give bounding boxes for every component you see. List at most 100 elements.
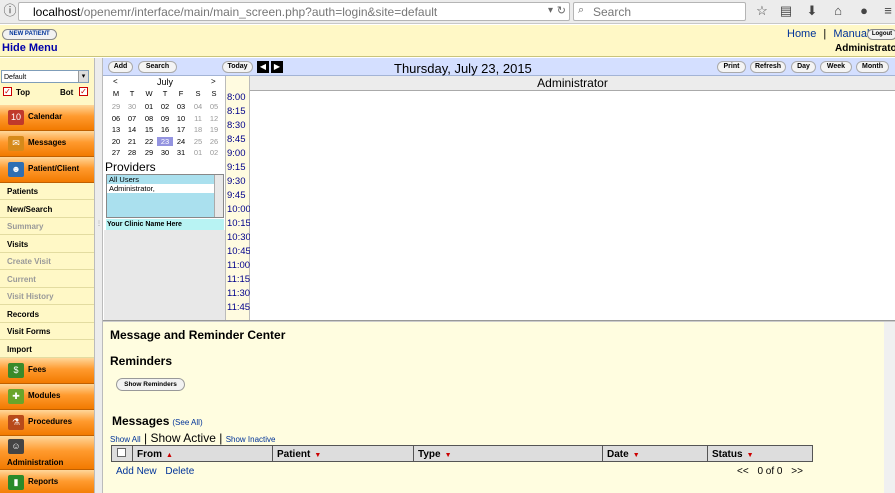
add-new-link[interactable]: Add New — [116, 466, 157, 477]
info-icon[interactable]: ⓘ — [2, 3, 18, 19]
search-button[interactable]: Search — [138, 61, 177, 73]
day-cell[interactable]: 29 — [141, 148, 157, 157]
day-cell[interactable]: 30 — [157, 148, 173, 157]
day-cell[interactable]: 24 — [173, 137, 189, 146]
provider-scrollbar[interactable] — [214, 175, 223, 217]
day-cell[interactable]: 23 — [157, 136, 173, 146]
time-slot[interactable]: 8:45 — [227, 134, 246, 145]
time-slot[interactable]: 8:00 — [227, 92, 246, 103]
day-cell[interactable]: 30 — [124, 102, 140, 111]
reload-icon[interactable]: ↻ — [557, 4, 566, 17]
day-cell[interactable]: 01 — [190, 148, 206, 157]
pager-prev[interactable]: << — [737, 466, 749, 477]
delete-link[interactable]: Delete — [165, 466, 194, 477]
day-cell[interactable]: 20 — [108, 137, 124, 146]
day-cell[interactable]: 31 — [173, 148, 189, 157]
week-button[interactable]: Week — [820, 61, 852, 73]
nav-subitem-current[interactable]: Current — [0, 270, 94, 288]
today-button[interactable]: Today — [222, 61, 253, 73]
show-reminders-button[interactable]: Show Reminders — [116, 378, 185, 391]
nav-item-calendar[interactable]: 10 Calendar — [0, 105, 94, 131]
home-icon[interactable]: ⌂ — [830, 3, 846, 19]
pager-next[interactable]: >> — [791, 466, 803, 477]
hide-menu-link[interactable]: Hide Menu — [2, 42, 58, 54]
dropdown-icon[interactable]: ▾ — [548, 5, 553, 16]
message-scrollbar[interactable] — [884, 322, 895, 493]
day-cell[interactable]: 25 — [190, 137, 206, 146]
nav-item-messages[interactable]: ✉ Messages — [0, 131, 94, 157]
day-cell[interactable]: 11 — [190, 114, 206, 123]
day-cell[interactable]: 09 — [157, 114, 173, 123]
menu-icon[interactable]: ≡ — [880, 3, 895, 19]
nav-subitem-new-search[interactable]: New/Search — [0, 200, 94, 218]
day-cell[interactable]: 27 — [108, 148, 124, 157]
nav-subitem-create-visit[interactable]: Create Visit — [0, 253, 94, 270]
prev-month-link[interactable]: < — [113, 77, 118, 86]
view-select[interactable]: Default ▾ — [1, 70, 89, 83]
day-cell[interactable]: 16 — [157, 125, 173, 134]
time-slot[interactable]: 9:15 — [227, 162, 246, 173]
nav-subitem-visit-forms[interactable]: Visit Forms — [0, 323, 94, 340]
day-cell[interactable]: 17 — [173, 125, 189, 134]
day-cell[interactable]: 26 — [206, 137, 222, 146]
column-from[interactable]: From ▲ — [133, 446, 273, 461]
column-patient[interactable]: Patient ▼ — [273, 446, 414, 461]
day-cell[interactable]: 19 — [206, 125, 222, 134]
time-slot[interactable]: 9:45 — [227, 190, 246, 201]
time-slot[interactable]: 11:45 — [227, 302, 250, 313]
day-cell[interactable]: 02 — [206, 148, 222, 157]
day-cell[interactable]: 07 — [124, 114, 140, 123]
day-cell[interactable]: 13 — [108, 125, 124, 134]
nav-item-reports[interactable]: ▮ Reports — [0, 470, 94, 493]
day-cell[interactable]: 18 — [190, 125, 206, 134]
day-cell[interactable]: 05 — [206, 102, 222, 111]
column-date[interactable]: Date ▼ — [603, 446, 708, 461]
search-field[interactable]: ⌕ Search — [573, 2, 746, 21]
show-all-link[interactable]: Show All — [110, 435, 141, 444]
next-month-link[interactable]: > — [211, 77, 216, 86]
time-slot[interactable]: 11:00 — [227, 260, 250, 271]
nav-item-modules[interactable]: ✚ Modules — [0, 384, 94, 410]
nav-subitem-patients[interactable]: Patients — [0, 183, 94, 200]
day-cell[interactable]: 29 — [108, 102, 124, 111]
time-slot[interactable]: 8:30 — [227, 120, 246, 131]
prev-day-icon[interactable]: ◀ — [257, 61, 269, 73]
refresh-button[interactable]: Refresh — [750, 61, 786, 73]
time-slot[interactable]: 11:30 — [227, 288, 250, 299]
nav-resize-bar[interactable] — [94, 58, 103, 493]
day-cell[interactable]: 08 — [141, 114, 157, 123]
day-cell[interactable]: 01 — [141, 102, 157, 111]
provider-option[interactable]: All Users — [107, 175, 223, 184]
day-cell[interactable]: 21 — [124, 137, 140, 146]
provider-option[interactable]: Administrator, — [107, 184, 214, 193]
bot-checkbox[interactable]: ✓ — [79, 87, 88, 96]
new-patient-button[interactable]: NEW PATIENT — [2, 29, 57, 40]
day-cell[interactable]: 15 — [141, 125, 157, 134]
nav-subitem-summary[interactable]: Summary — [0, 218, 94, 235]
time-slot[interactable]: 10:30 — [227, 232, 251, 243]
day-cell[interactable]: 14 — [124, 125, 140, 134]
time-slot[interactable]: 9:30 — [227, 176, 246, 187]
day-cell[interactable]: 03 — [173, 102, 189, 111]
nav-item-administration[interactable]: ☺ Administration — [0, 436, 94, 470]
day-cell[interactable]: 02 — [157, 102, 173, 111]
reading-list-icon[interactable]: ▤ — [778, 3, 794, 19]
nav-subitem-visit-history[interactable]: Visit History — [0, 288, 94, 305]
url-field[interactable]: localhost/openemr/interface/main/main_sc… — [18, 2, 570, 21]
time-slot[interactable]: 10:45 — [227, 246, 251, 257]
nav-item-patient-client[interactable]: ☻ Patient/Client — [0, 157, 94, 183]
select-all-checkbox[interactable] — [117, 448, 126, 457]
column-type[interactable]: Type ▼ — [414, 446, 603, 461]
day-cell[interactable]: 22 — [141, 137, 157, 146]
download-icon[interactable]: ⬇ — [804, 3, 820, 19]
logout-button[interactable]: Logout — [867, 29, 895, 40]
top-checkbox[interactable]: ✓ — [3, 87, 12, 96]
time-slot[interactable]: 8:15 — [227, 106, 246, 117]
nav-subitem-visits[interactable]: Visits — [0, 235, 94, 253]
time-slot[interactable]: 10:15 — [227, 218, 251, 229]
chat-icon[interactable]: ● — [856, 3, 872, 19]
bookmark-star-icon[interactable]: ☆ — [754, 3, 770, 19]
time-slot[interactable]: 9:00 — [227, 148, 246, 159]
nav-subitem-import[interactable]: Import — [0, 340, 94, 358]
home-link[interactable]: Home — [787, 28, 816, 40]
